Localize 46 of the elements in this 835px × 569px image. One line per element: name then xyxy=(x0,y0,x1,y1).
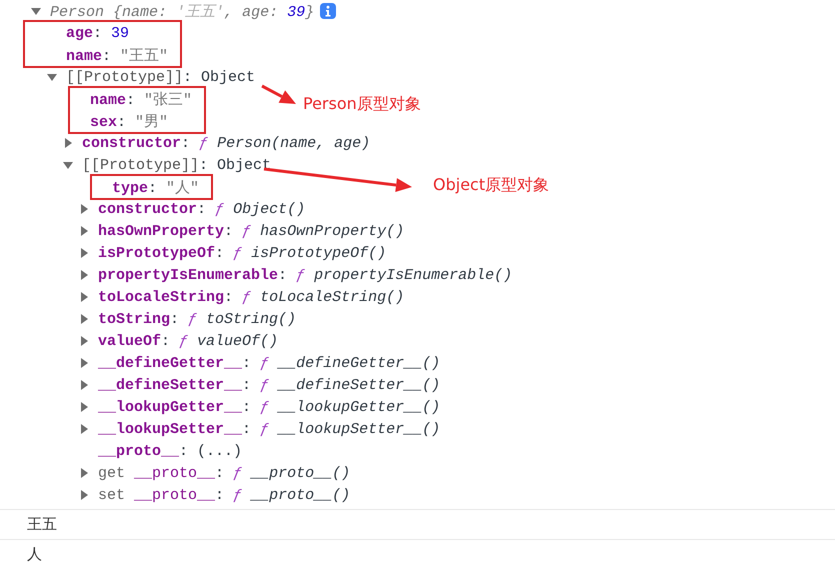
expand-triangle[interactable] xyxy=(62,137,74,149)
property-text: propertyIsEnumerable: ƒ propertyIsEnumerable() xyxy=(98,266,512,284)
expand-triangle[interactable] xyxy=(78,467,90,479)
property-text: __defineSetter__: ƒ __defineSetter__() xyxy=(98,376,440,394)
property-text: name: "张三" xyxy=(90,90,192,108)
property-text: __defineGetter__: ƒ __defineGetter__() xyxy=(98,354,440,372)
property-text: isPrototypeOf: ƒ isPrototypeOf() xyxy=(98,244,386,262)
property-text: constructor: ƒ Person(name, age) xyxy=(82,134,370,152)
property-text: [[Prototype]]: Object xyxy=(66,68,256,86)
expand-triangle[interactable] xyxy=(78,423,90,435)
expand-triangle[interactable] xyxy=(78,313,90,325)
property-text: valueOf: ƒ valueOf() xyxy=(98,332,278,350)
property-text: toString: ƒ toString() xyxy=(98,310,296,328)
property-text: [[Prototype]]: Object xyxy=(82,156,272,174)
property-text: __lookupGetter__: ƒ __lookupGetter__() xyxy=(98,398,440,416)
expand-triangle[interactable] xyxy=(78,357,90,369)
expand-triangle[interactable] xyxy=(78,269,90,281)
property-text: __lookupSetter__: ƒ __lookupSetter__() xyxy=(98,420,440,438)
property-text: Person {name: '王五', age: 39} xyxy=(50,2,314,20)
expand-triangle[interactable] xyxy=(78,401,90,413)
expand-triangle[interactable] xyxy=(78,247,90,259)
collapse-triangle[interactable] xyxy=(62,159,74,171)
property-text: get __proto__: ƒ __proto__() xyxy=(98,464,350,482)
expand-triangle[interactable] xyxy=(78,291,90,303)
property-text: name: "王五" xyxy=(66,46,168,64)
collapse-triangle[interactable] xyxy=(30,5,42,17)
annotation-label: Person原型对象 xyxy=(303,94,421,115)
property-text: sex: "男" xyxy=(90,112,168,130)
expand-triangle[interactable] xyxy=(78,225,90,237)
info-icon[interactable] xyxy=(320,3,336,19)
annotation-label: Object原型对象 xyxy=(433,175,550,196)
arrow xyxy=(261,84,296,104)
console-message: 王五 xyxy=(27,515,57,534)
property-text: age: 39 xyxy=(66,24,130,42)
property-text: hasOwnProperty: ƒ hasOwnProperty() xyxy=(98,222,404,240)
expand-triangle[interactable] xyxy=(78,379,90,391)
collapse-triangle[interactable] xyxy=(46,71,58,83)
expand-triangle[interactable] xyxy=(78,489,90,501)
property-text: __proto__: (...) xyxy=(98,442,242,460)
property-text: type: "人" xyxy=(112,178,200,196)
property-text: constructor: ƒ Object() xyxy=(98,200,306,218)
console-message: 人 xyxy=(27,545,42,564)
property-text: toLocaleString: ƒ toLocaleString() xyxy=(98,288,404,306)
expand-triangle[interactable] xyxy=(78,335,90,347)
property-text: set __proto__: ƒ __proto__() xyxy=(98,486,350,504)
expand-triangle[interactable] xyxy=(78,203,90,215)
